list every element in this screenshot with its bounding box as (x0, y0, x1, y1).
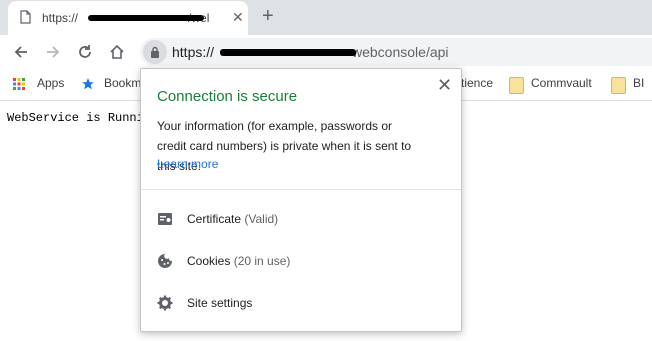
folder-icon (611, 77, 626, 94)
forward-arrow-icon (47, 46, 60, 58)
url-text: https:// webconsole/api (172, 44, 449, 60)
url-path: webconsole/api (352, 44, 449, 60)
url-scheme: https:// (172, 44, 215, 60)
popup-title: Connection is secure (157, 88, 298, 105)
close-tab-icon[interactable]: ✕ (232, 9, 244, 26)
reload-icon (79, 45, 91, 58)
redaction-bar (88, 15, 204, 21)
folder-icon (509, 77, 524, 94)
cookie-icon (158, 254, 172, 268)
tab-title-scheme: https:// (42, 11, 79, 25)
bookmark-apps[interactable]: Apps (37, 76, 64, 90)
bookmark-bi[interactable]: BI (633, 76, 644, 90)
cookies-row[interactable]: Cookies (20 in use) (141, 241, 461, 281)
certificate-status: (Valid) (244, 212, 279, 226)
cookies-text: Cookies (187, 254, 231, 268)
certificate-icon (158, 213, 172, 225)
toolbar: https:// webconsole/api (0, 35, 652, 69)
apps-grid-icon (13, 78, 25, 90)
lock-icon (151, 46, 159, 58)
bookmark-bookmarks[interactable]: Bookm (104, 76, 141, 90)
reload-button[interactable] (72, 39, 98, 65)
star-icon (82, 78, 94, 90)
bookmark-commvault[interactable]: Commvault (531, 76, 592, 90)
close-icon[interactable]: ✕ (437, 75, 452, 96)
certificate-text: Certificate (187, 212, 242, 226)
back-arrow-icon (14, 46, 27, 58)
tab-strip: https:///wel ✕ + (0, 0, 652, 35)
learn-more-link[interactable]: Learn more (157, 157, 218, 171)
site-info-button[interactable] (143, 40, 167, 64)
cookies-count: (20 in use) (233, 254, 291, 268)
cookies-label: Cookies (20 in use) (187, 254, 290, 268)
site-settings-label: Site settings (187, 296, 253, 310)
home-icon (110, 44, 124, 59)
certificate-label: Certificate (Valid) (187, 212, 278, 226)
page-body-text: WebService is Runni (7, 111, 144, 125)
browser-tab[interactable]: https:///wel ✕ (8, 1, 248, 35)
divider (141, 189, 461, 190)
new-tab-button[interactable]: + (262, 5, 274, 28)
address-bar[interactable]: https:// webconsole/api (140, 38, 652, 66)
redaction-bar (220, 49, 356, 56)
document-icon (20, 10, 31, 24)
home-button[interactable] (104, 39, 130, 65)
bookmark-partial[interactable]: tience (461, 76, 493, 90)
gear-icon (157, 295, 173, 311)
certificate-row[interactable]: Certificate (Valid) (141, 199, 461, 239)
site-settings-row[interactable]: Site settings (141, 283, 461, 323)
site-info-popup: Connection is secure ✕ Your information … (140, 68, 462, 332)
back-button[interactable] (8, 39, 34, 65)
forward-button[interactable] (40, 39, 66, 65)
